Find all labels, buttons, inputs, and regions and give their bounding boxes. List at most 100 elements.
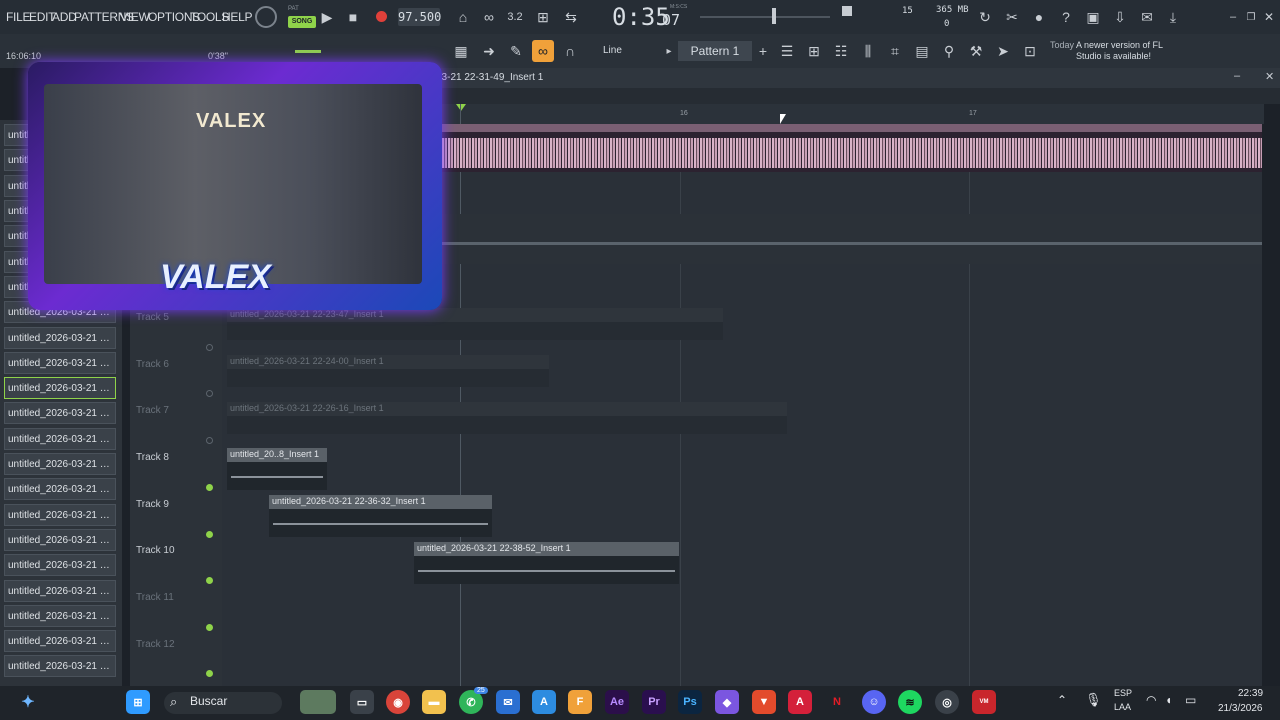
taskbar-date[interactable]: 21/3/2026 bbox=[1218, 703, 1263, 714]
picker-item[interactable]: untitled_2026-03-21 22-... bbox=[4, 402, 116, 424]
photoshop-icon[interactable]: Ps bbox=[678, 690, 702, 714]
song-mode-button[interactable]: SONG bbox=[288, 16, 316, 28]
record-icon[interactable] bbox=[376, 11, 387, 22]
search-label[interactable]: Buscar bbox=[190, 694, 227, 708]
close-icon[interactable]: ✕ bbox=[1258, 6, 1280, 28]
tray-chevron-icon[interactable]: ⌃ bbox=[1057, 693, 1067, 707]
audio-clip-track-2[interactable] bbox=[436, 214, 1262, 264]
audio-clip-track-1[interactable] bbox=[436, 124, 1262, 172]
picker-item-selected[interactable]: untitled_2026-03-21 22-... bbox=[4, 377, 116, 399]
menu-file[interactable]: FILE bbox=[6, 10, 30, 24]
acrobat-icon[interactable]: A bbox=[788, 690, 812, 714]
lang-layout[interactable]: LAA bbox=[1114, 702, 1131, 712]
widgets-icon[interactable]: ✦ bbox=[16, 690, 40, 714]
audio-clip[interactable]: untitled_2026-03-21 22-23-47_Insert 1 bbox=[227, 308, 723, 340]
track-name-12[interactable]: Track 12 bbox=[136, 639, 175, 650]
outlook-icon[interactable]: ✉ bbox=[496, 690, 520, 714]
download-icon[interactable]: ⤓ bbox=[1162, 6, 1184, 28]
pattern-prev-icon[interactable]: ▸ bbox=[658, 40, 680, 62]
picker-item[interactable]: untitled_2026-03-21 22-... bbox=[4, 504, 116, 526]
files-icon[interactable]: ▤ bbox=[911, 40, 933, 62]
faders-icon[interactable]: ⫼ bbox=[857, 40, 879, 62]
picker-item[interactable]: untitled_2026-03-21 22-... bbox=[4, 529, 116, 551]
news-text[interactable]: A newer version of FL Studio is availabl… bbox=[1076, 40, 1172, 62]
arrow-icon[interactable]: ➜ bbox=[478, 40, 500, 62]
track-led-11[interactable] bbox=[206, 624, 213, 631]
track-led-9[interactable] bbox=[206, 531, 213, 538]
metronome-icon[interactable]: ⌂ bbox=[452, 6, 474, 28]
track-led-8[interactable] bbox=[206, 484, 213, 491]
audio-clip[interactable]: untitled_2026-03-21 22-38-52_Insert 1 bbox=[414, 542, 679, 584]
battery-icon[interactable]: ▭ bbox=[1185, 693, 1196, 707]
step-icon[interactable]: 3.2 bbox=[504, 6, 526, 28]
playlist-icon[interactable]: ☰ bbox=[776, 40, 798, 62]
after-effects-icon[interactable]: Ae bbox=[605, 690, 629, 714]
master-volume-knob[interactable] bbox=[255, 6, 277, 28]
track-led-5[interactable] bbox=[206, 344, 213, 351]
track-name-10[interactable]: Track 10 bbox=[136, 545, 175, 556]
render-icon[interactable]: ⇩ bbox=[1109, 6, 1131, 28]
obs-icon[interactable]: ◎ bbox=[935, 690, 959, 714]
file-explorer-icon[interactable]: ▬ bbox=[422, 690, 446, 714]
save-icon[interactable]: ▣ bbox=[1082, 6, 1104, 28]
track-name-8[interactable]: Track 8 bbox=[136, 452, 169, 463]
discord-icon[interactable]: ☺ bbox=[862, 690, 886, 714]
link-icon[interactable]: ∞ bbox=[532, 40, 554, 62]
picker-item[interactable]: untitled_2026-03-21 22-... bbox=[4, 580, 116, 602]
slider-handle[interactable] bbox=[772, 8, 776, 24]
spotify-icon[interactable]: ≋ bbox=[898, 690, 922, 714]
chat-icon[interactable]: ✉ bbox=[1136, 6, 1158, 28]
premiere-icon[interactable]: Pr bbox=[642, 690, 666, 714]
search-highlight-icon[interactable] bbox=[300, 690, 336, 714]
copilot-icon[interactable]: ◆ bbox=[715, 690, 739, 714]
song-position-slider[interactable] bbox=[700, 16, 830, 18]
piano-icon[interactable]: ▦ bbox=[450, 40, 472, 62]
cart-icon[interactable]: ⊡ bbox=[1019, 40, 1041, 62]
track-led-10[interactable] bbox=[206, 577, 213, 584]
magnet-icon[interactable]: ∩ bbox=[559, 40, 581, 62]
pattern-selector[interactable]: Pattern 1 bbox=[678, 41, 752, 61]
track-name-6[interactable]: Track 6 bbox=[136, 359, 169, 370]
voicemeeter-icon[interactable]: VM bbox=[972, 690, 996, 714]
tools-icon[interactable]: ⚒ bbox=[965, 40, 987, 62]
task-view-icon[interactable]: ▭ bbox=[350, 690, 374, 714]
audio-clip[interactable]: untitled_2026-03-21 22-24-00_Insert 1 bbox=[227, 355, 549, 387]
track-name-5[interactable]: Track 5 bbox=[136, 312, 169, 323]
audio-clip[interactable]: untitled_2026-03-21 22-36-32_Insert 1 bbox=[269, 495, 492, 537]
wifi-icon[interactable]: ◠ bbox=[1146, 693, 1156, 707]
picker-item[interactable]: untitled_2026-03-21 22-... bbox=[4, 453, 116, 475]
plugin-icon[interactable]: ⚲ bbox=[938, 40, 960, 62]
windows-start-icon[interactable]: ⊞ bbox=[126, 690, 150, 714]
add-pattern-icon[interactable]: + bbox=[752, 40, 774, 62]
playlist-minimize-icon[interactable]: – bbox=[1234, 70, 1240, 82]
picker-item[interactable]: untitled_2026-03-21 22-... bbox=[4, 327, 116, 349]
playlist-close-icon[interactable]: ✕ bbox=[1265, 70, 1274, 83]
audio-clip[interactable]: untitled_2026-03-21 22-26-16_Insert 1 bbox=[227, 402, 787, 434]
play-icon[interactable]: ▶ bbox=[316, 6, 338, 28]
mic-icon[interactable]: ● bbox=[1028, 6, 1050, 28]
fl-studio-icon[interactable]: F bbox=[568, 690, 592, 714]
track-name-7[interactable]: Track 7 bbox=[136, 405, 169, 416]
track-led-6[interactable] bbox=[206, 390, 213, 397]
cut-icon[interactable]: ✂ bbox=[1001, 6, 1023, 28]
countdown-icon[interactable]: ⊞ bbox=[532, 6, 554, 28]
pat-mode[interactable]: PAT bbox=[288, 6, 314, 16]
mic-tray-icon[interactable]: 🎙 bbox=[1085, 692, 1102, 708]
picker-item[interactable]: untitled_2026-03-21 22-... bbox=[4, 554, 116, 576]
picker-item[interactable]: untitled_2026-03-21 22-... bbox=[4, 605, 116, 627]
tempo-display[interactable]: 97.500 bbox=[398, 8, 441, 26]
azure-icon[interactable]: A bbox=[532, 690, 556, 714]
taskbar-clock[interactable]: 22:39 bbox=[1238, 688, 1263, 699]
picker-item[interactable]: untitled_2026-03-21 22-... bbox=[4, 630, 116, 652]
brave-icon[interactable]: ▼ bbox=[752, 690, 776, 714]
menu-add[interactable]: ADD bbox=[52, 10, 77, 24]
loop-record-icon[interactable]: ⇆ bbox=[560, 6, 582, 28]
track-led-12[interactable] bbox=[206, 670, 213, 677]
track-led-7[interactable] bbox=[206, 437, 213, 444]
brush-icon[interactable]: ✎ bbox=[505, 40, 527, 62]
timeline-ruler[interactable] bbox=[436, 104, 1264, 124]
mixer-icon[interactable]: ☷ bbox=[830, 40, 852, 62]
menu-help[interactable]: HELP bbox=[222, 10, 252, 24]
volume-icon[interactable]: ◖ bbox=[1165, 693, 1172, 707]
browser-icon[interactable]: ⌗ bbox=[884, 40, 906, 62]
